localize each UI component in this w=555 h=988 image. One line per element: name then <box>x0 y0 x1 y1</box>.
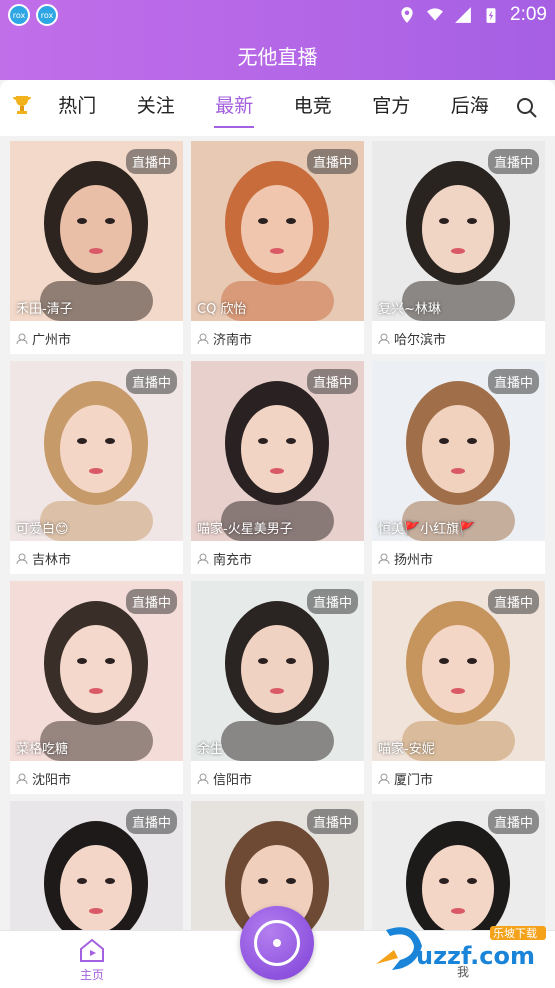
page-title: 无他直播 <box>0 30 555 80</box>
signal-icon <box>455 7 471 23</box>
streamer-location: 哈尔滨市 <box>378 329 446 348</box>
status-bar: rox rox 2:09 <box>0 0 555 30</box>
streamer-location: 济南市 <box>197 329 252 348</box>
tab-official[interactable]: 官方 <box>352 80 431 136</box>
city-label: 南充市 <box>213 553 253 568</box>
stream-card[interactable]: 直播中恒美🚩小红旗🚩 扬州市 <box>372 361 545 574</box>
stream-card[interactable]: 直播中喵家-火星美男子南充市 <box>191 361 364 574</box>
city-label: 厦门市 <box>394 773 434 788</box>
live-badge: 直播中 <box>487 369 539 394</box>
streamer-location: 信阳市 <box>197 769 252 788</box>
stream-thumbnail: 直播中喵家-安妮 <box>372 581 545 761</box>
live-badge: 直播中 <box>306 149 358 174</box>
stream-thumbnail: 直播中可爱白😊 <box>10 361 183 541</box>
app-notification-icon: rox <box>8 4 30 26</box>
streamer-name: 余生 <box>197 742 224 757</box>
user-icon <box>16 553 28 564</box>
stream-thumbnail: 直播中菜格吃糖 <box>10 581 183 761</box>
trophy-icon[interactable] <box>10 93 38 123</box>
stream-thumbnail: 直播中恒美🚩小红旗🚩 <box>372 361 545 541</box>
stream-card[interactable]: 直播中喵家-安妮厦门市 <box>372 581 545 794</box>
live-badge: 直播中 <box>306 369 358 394</box>
streamer-name: 喵家-安妮 <box>378 742 435 757</box>
clock: 2:09 <box>510 4 547 25</box>
user-icon <box>16 333 28 344</box>
live-badge: 直播中 <box>487 589 539 614</box>
live-badge: 直播中 <box>125 809 177 834</box>
user-icon <box>197 553 209 564</box>
stream-thumbnail: 直播中喵家-火星美男子 <box>191 361 364 541</box>
streamer-name: CQ 欣怡 <box>197 302 247 317</box>
streamer-location: 扬州市 <box>378 549 433 568</box>
nav-home[interactable]: 主页 <box>70 937 114 983</box>
user-icon <box>378 773 390 784</box>
city-label: 信阳市 <box>213 773 253 788</box>
home-icon <box>80 938 104 962</box>
city-label: 广州市 <box>32 333 72 348</box>
stream-thumbnail: 直播中复兴~林琳 <box>372 141 545 321</box>
svg-text:乐坡下载: 乐坡下载 <box>493 927 537 940</box>
tab-follow[interactable]: 关注 <box>117 80 196 136</box>
streamer-location: 沈阳市 <box>16 769 71 788</box>
city-label: 济南市 <box>213 333 253 348</box>
streamer-name: 喵家-火星美男子 <box>197 522 293 537</box>
stream-card[interactable]: 直播中 CQ 欣怡济南市 <box>191 141 364 354</box>
wifi-icon <box>427 8 443 21</box>
camera-ring-icon <box>254 920 300 966</box>
city-label: 沈阳市 <box>32 773 72 788</box>
watermark-logo: uzzf.com 乐坡下载 <box>376 926 546 970</box>
tab-latest[interactable]: 最新 <box>195 80 274 136</box>
location-icon <box>401 7 413 23</box>
user-icon <box>197 333 209 344</box>
city-label: 吉林市 <box>32 553 72 568</box>
user-icon <box>16 773 28 784</box>
app-notification-icon: rox <box>36 4 58 26</box>
stream-thumbnail: 直播中 <box>372 801 545 930</box>
live-badge: 直播中 <box>125 369 177 394</box>
stream-thumbnail: 直播中 <box>10 801 183 930</box>
stream-thumbnail: 直播中 CQ 欣怡 <box>191 141 364 321</box>
battery-icon <box>486 8 496 23</box>
streamer-location: 厦门市 <box>378 769 433 788</box>
user-icon <box>197 773 209 784</box>
streamer-location: 吉林市 <box>16 549 71 568</box>
live-badge: 直播中 <box>487 809 539 834</box>
live-badge: 直播中 <box>487 149 539 174</box>
user-icon <box>378 333 390 344</box>
stream-card[interactable]: 直播中 <box>372 801 545 930</box>
tab-hot[interactable]: 热门 <box>38 80 117 136</box>
stream-grid: 直播中 禾田-清子 广州市 直播中 CQ 欣怡 济南市 直播中 复兴~林琳 哈尔滨市 直播中 可爱白… <box>0 136 555 930</box>
streamer-name: 恒美🚩小红旗🚩 <box>378 522 476 537</box>
svg-text:uzzf.com: uzzf.com <box>416 942 535 970</box>
streamer-name: 禾田-清子 <box>16 302 73 317</box>
live-badge: 直播中 <box>125 149 177 174</box>
nav-home-label: 主页 <box>79 968 104 982</box>
live-badge: 直播中 <box>306 809 358 834</box>
stream-card[interactable]: 直播中禾田-清子广州市 <box>10 141 183 354</box>
stream-card[interactable]: 直播中复兴~林琳哈尔滨市 <box>372 141 545 354</box>
search-icon[interactable] <box>509 97 545 119</box>
start-live-button[interactable] <box>240 906 314 980</box>
streamer-location: 广州市 <box>16 329 71 348</box>
stream-thumbnail: 直播中禾田-清子 <box>10 141 183 321</box>
live-badge: 直播中 <box>306 589 358 614</box>
live-badge: 直播中 <box>125 589 177 614</box>
stream-thumbnail: 直播中余生 <box>191 581 364 761</box>
streamer-name: 菜格吃糖 <box>16 742 69 757</box>
streamer-location: 南充市 <box>197 549 252 568</box>
stream-card[interactable]: 直播中菜格吃糖沈阳市 <box>10 581 183 794</box>
user-icon <box>378 553 390 564</box>
category-tabs: 热门 关注 最新 电竞 官方 后海 <box>0 80 555 136</box>
streamer-name: 可爱白😊 <box>16 522 69 537</box>
stream-card[interactable]: 直播中余生信阳市 <box>191 581 364 794</box>
tab-houhai[interactable]: 后海 <box>431 80 510 136</box>
tab-esports[interactable]: 电竞 <box>274 80 353 136</box>
streamer-name: 复兴~林琳 <box>378 302 441 317</box>
stream-card[interactable]: 直播中 <box>10 801 183 930</box>
city-label: 哈尔滨市 <box>394 333 447 348</box>
city-label: 扬州市 <box>394 553 434 568</box>
stream-card[interactable]: 直播中可爱白😊 吉林市 <box>10 361 183 574</box>
